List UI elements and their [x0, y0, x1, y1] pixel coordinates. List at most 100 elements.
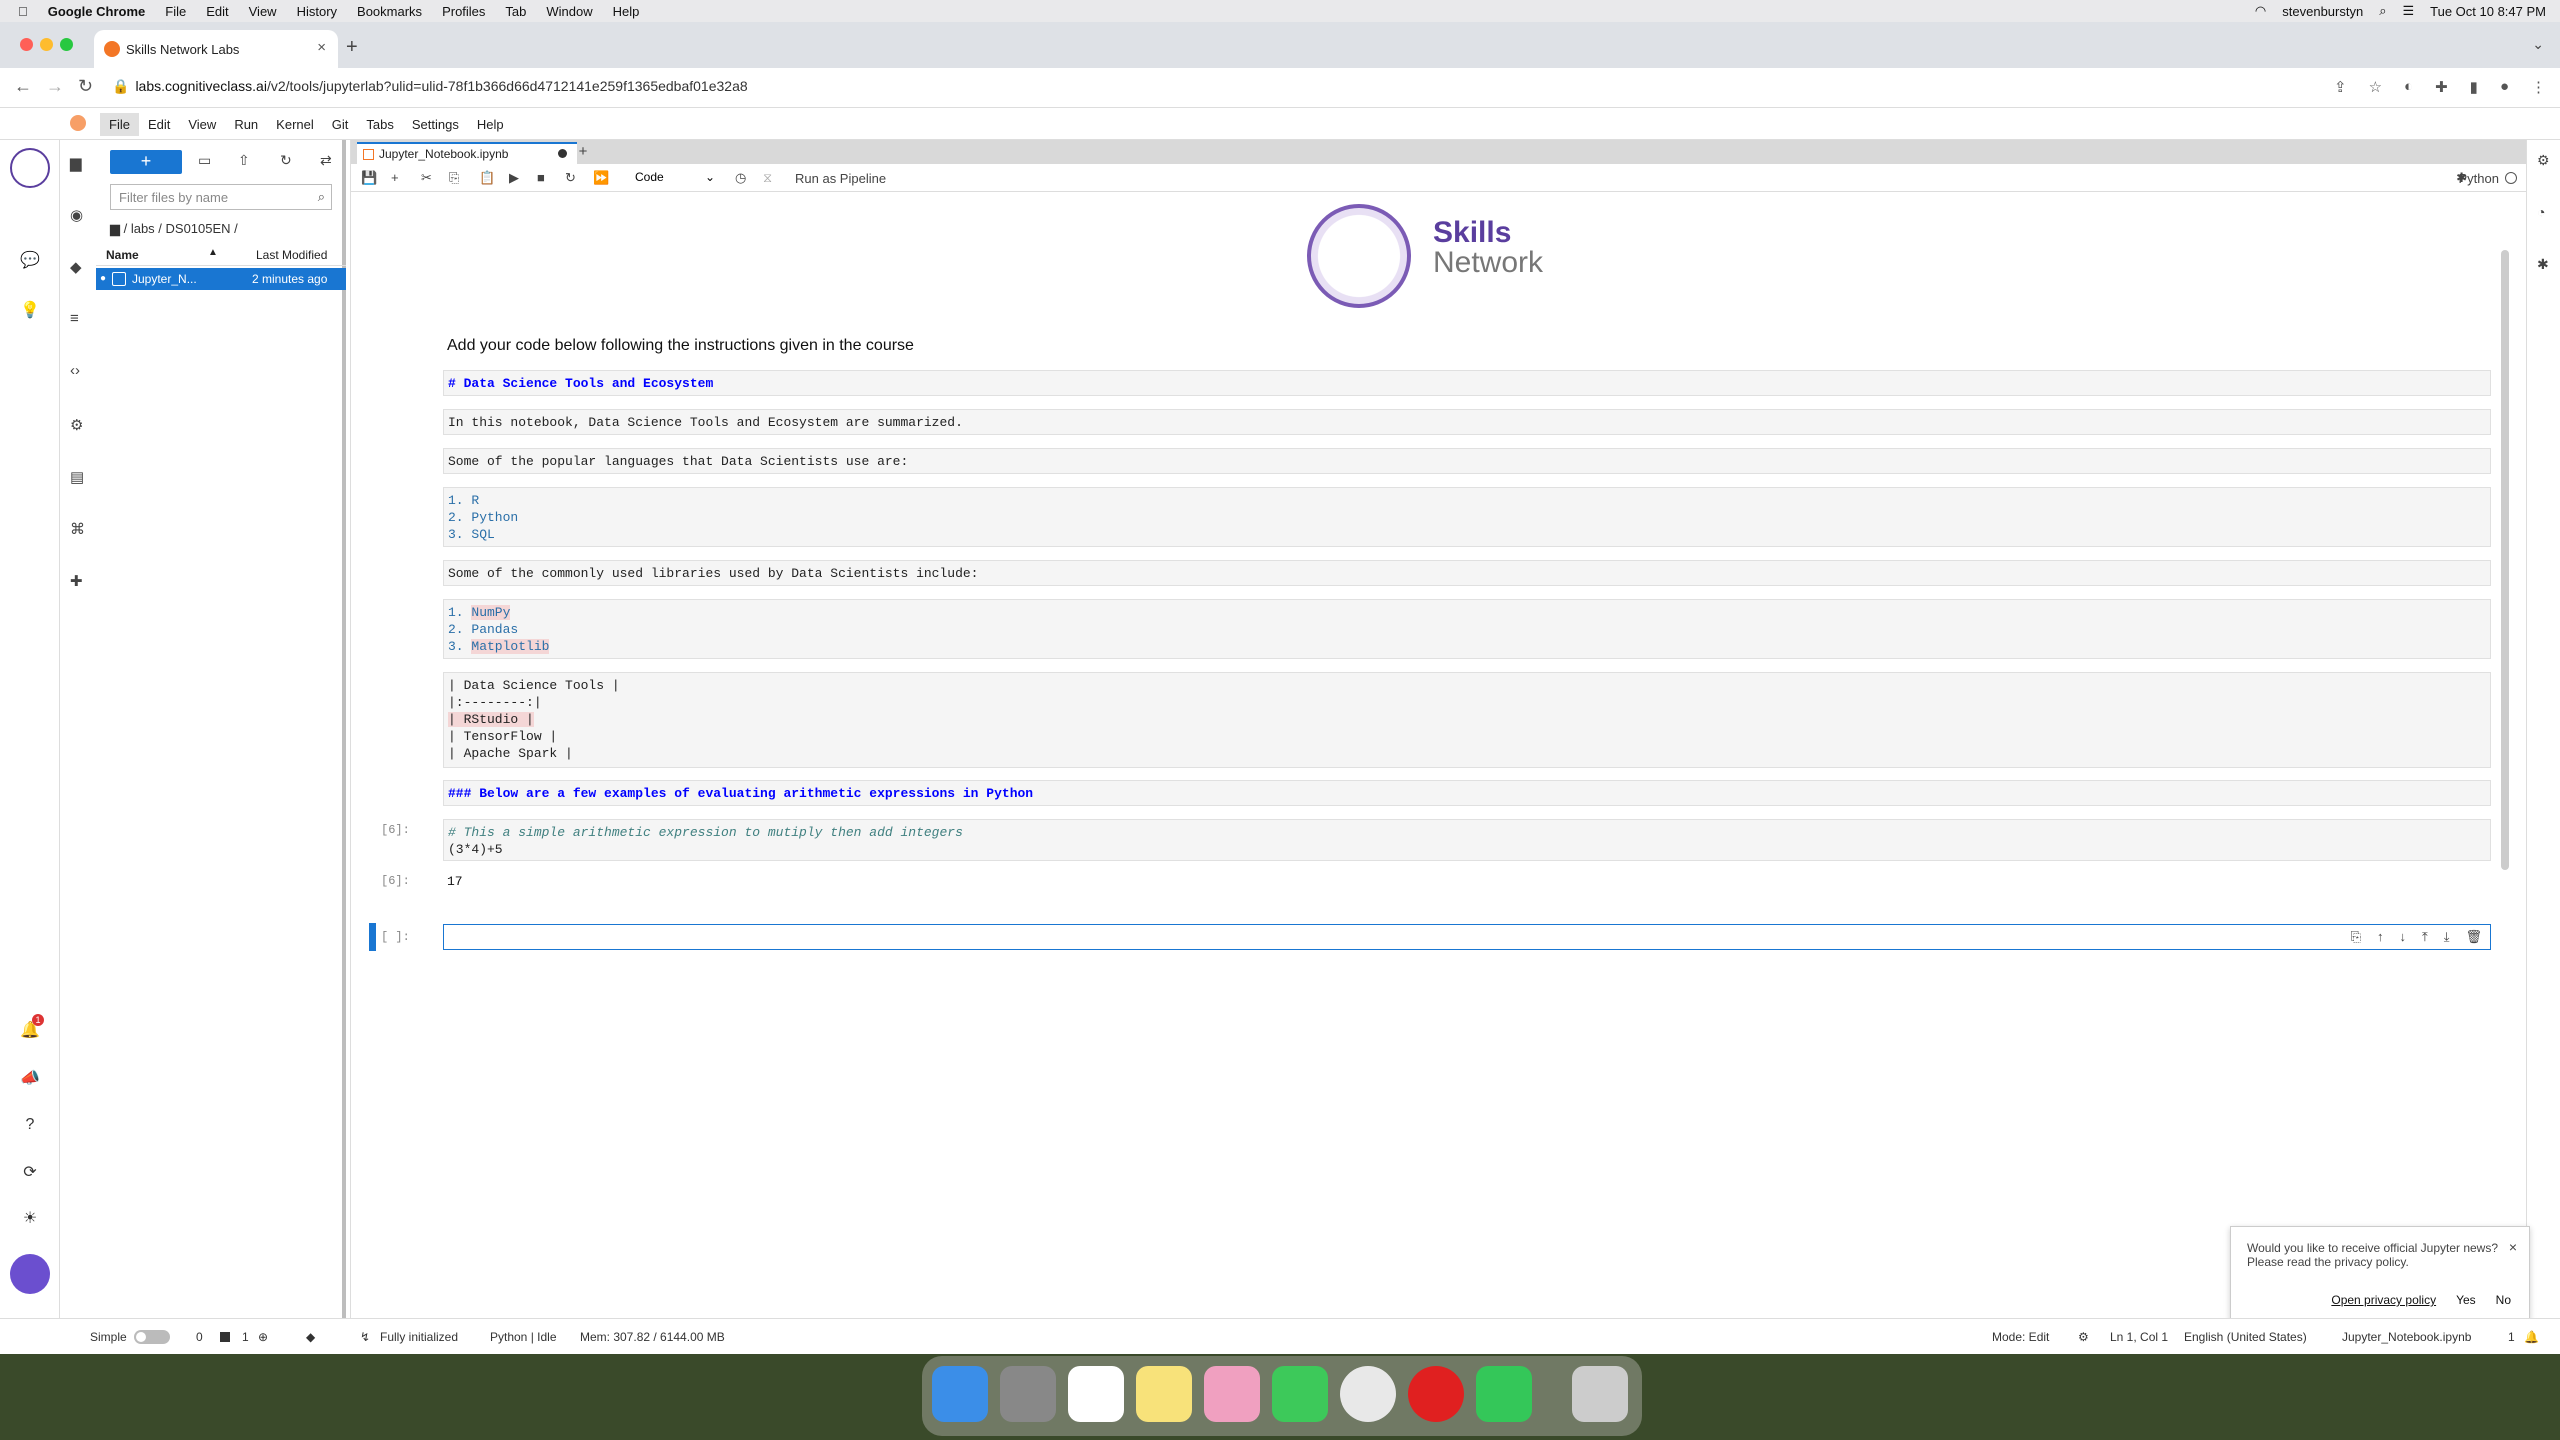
folder-icon[interactable]: ▆	[70, 154, 82, 172]
insert-below-icon[interactable]: ⤓	[2444, 929, 2450, 945]
minimize-window-button[interactable]	[40, 38, 53, 51]
no-button[interactable]: No	[2492, 1291, 2515, 1309]
property-inspector-icon[interactable]: ▤	[70, 468, 84, 486]
git-clone-icon[interactable]: ⇄	[320, 152, 332, 169]
help-icon[interactable]: ?	[20, 1116, 40, 1136]
finder-icon[interactable]	[932, 1366, 988, 1422]
calendar-icon[interactable]	[1068, 1366, 1124, 1422]
kernel-status[interactable]: Python | Idle	[490, 1330, 557, 1344]
property-inspector-icon[interactable]: ⚙	[2537, 152, 2550, 169]
tab-search-icon[interactable]: ⌄	[2532, 36, 2544, 53]
url-field[interactable]: 🔒 labs.cognitiveclass.ai/v2/tools/jupyter…	[112, 78, 748, 95]
delete-cell-icon[interactable]: 🗑	[2465, 929, 2482, 945]
bookmark-star-icon[interactable]: ☆	[2369, 78, 2382, 96]
menu-tab[interactable]: Tab	[505, 4, 526, 19]
new-launcher-button[interactable]: +	[110, 150, 182, 174]
markdown-cell[interactable]: 1. NumPy 2. Pandas 3. Matplotlib	[443, 599, 2491, 659]
bug-icon[interactable]: ✱	[2537, 256, 2549, 273]
theme-icon[interactable]: ☀	[20, 1208, 40, 1228]
settings-icon[interactable]: ⚙	[2078, 1330, 2089, 1344]
control-center-icon[interactable]: ☰	[2402, 3, 2414, 19]
language[interactable]: English (United States)	[2184, 1330, 2307, 1344]
privacy-policy-button[interactable]: Open privacy policy	[2327, 1291, 2440, 1309]
system-settings-icon[interactable]	[1000, 1366, 1056, 1422]
sync-icon[interactable]: ⟳	[20, 1162, 40, 1182]
cell-type-select[interactable]: Code ⌄	[635, 170, 715, 184]
apple-menu-icon[interactable]: 	[18, 4, 28, 19]
announcement-icon[interactable]: 📣	[20, 1068, 40, 1088]
clock[interactable]: Tue Oct 10 8:47 PM	[2430, 4, 2546, 19]
refresh-icon[interactable]: ↻	[280, 152, 292, 169]
paste-icon[interactable]: 📋	[479, 170, 495, 186]
run-icon[interactable]: ▶	[509, 170, 519, 186]
close-window-button[interactable]	[20, 38, 33, 51]
insert-above-icon[interactable]: ⤒	[2422, 929, 2428, 945]
notifications-bell-icon[interactable]: 🔔 1	[20, 1014, 44, 1040]
markdown-cell[interactable]: ### Below are a few examples of evaluati…	[443, 780, 2491, 806]
user-avatar[interactable]	[10, 1254, 50, 1294]
cut-icon[interactable]: ✂	[421, 170, 432, 186]
jmenu-help[interactable]: Help	[468, 113, 513, 136]
run-as-pipeline-button[interactable]: Run as Pipeline	[795, 171, 886, 186]
app-menu[interactable]: Google Chrome	[48, 4, 146, 19]
simple-mode-toggle[interactable]	[134, 1330, 170, 1344]
forward-icon[interactable]: →	[46, 76, 64, 97]
menu-edit[interactable]: Edit	[206, 4, 228, 19]
notification-count[interactable]: 1	[2508, 1330, 2515, 1344]
wifi-icon[interactable]: ◠	[2255, 3, 2266, 19]
markdown-cell[interactable]: In this notebook, Data Science Tools and…	[443, 409, 2491, 435]
menu-bookmarks[interactable]: Bookmarks	[357, 4, 422, 19]
git-diff-icon[interactable]: ⧖	[763, 170, 772, 186]
extension-icon[interactable]: ◐	[2404, 78, 2413, 96]
col-modified[interactable]: Last Modified	[256, 248, 327, 262]
jmenu-edit[interactable]: Edit	[139, 113, 179, 136]
jmenu-run[interactable]: Run	[225, 113, 267, 136]
breadcrumb[interactable]: ▆ / labs / DS0105EN /	[110, 221, 238, 237]
move-down-icon[interactable]: ↓	[2399, 929, 2406, 945]
new-tab-button[interactable]: +	[346, 36, 358, 59]
duplicate-cell-icon[interactable]: ⎘	[2351, 929, 2361, 945]
youtube-icon[interactable]	[1408, 1366, 1464, 1422]
new-tab-button[interactable]: +	[573, 143, 593, 161]
facetime-icon[interactable]	[1272, 1366, 1328, 1422]
upload-icon[interactable]: ⇧	[238, 152, 250, 169]
debugger-icon[interactable]: ◔	[2537, 204, 2545, 220]
kernel-count[interactable]: 1	[242, 1330, 249, 1344]
chrome-menu-icon[interactable]: ⋮	[2531, 78, 2546, 96]
jmenu-settings[interactable]: Settings	[403, 113, 468, 136]
photos-icon[interactable]	[1204, 1366, 1260, 1422]
markdown-cell[interactable]: | Data Science Tools | |:--------:| | RS…	[443, 672, 2491, 768]
copy-icon[interactable]: ⎘	[449, 170, 459, 186]
puzzle-icon[interactable]: ✚	[70, 572, 83, 590]
extension-manager-icon[interactable]: ⌘	[70, 520, 85, 538]
tab-notebook[interactable]: Jupyter_Notebook.ipynb	[357, 142, 577, 164]
markdown-cell[interactable]: 1. R 2. Python 3. SQL	[443, 487, 2491, 547]
filter-files-input[interactable]: Filter files by name ⌕	[110, 184, 332, 210]
markdown-cell[interactable]: # Data Science Tools and Ecosystem	[443, 370, 2491, 396]
active-code-cell[interactable]: ⎘ ↑ ↓ ⤒ ⤓ 🗑	[443, 924, 2491, 950]
trash-icon[interactable]	[1572, 1366, 1628, 1422]
sidepanel-icon[interactable]: ▮	[2470, 78, 2478, 96]
menu-help[interactable]: Help	[613, 4, 640, 19]
close-icon[interactable]: ×	[2509, 1239, 2517, 1255]
code-icon[interactable]: ‹›	[70, 362, 80, 379]
share-icon[interactable]: ⇪	[2334, 78, 2347, 96]
insert-cell-icon[interactable]: +	[391, 170, 399, 185]
jmenu-kernel[interactable]: Kernel	[267, 113, 323, 136]
restart-icon[interactable]: ↻	[565, 170, 576, 186]
user-name[interactable]: stevenburstyn	[2282, 4, 2363, 19]
jmenu-tabs[interactable]: Tabs	[357, 113, 402, 136]
run-all-icon[interactable]: ⏩	[593, 170, 609, 186]
terminal-count[interactable]: 0	[196, 1330, 203, 1344]
unsaved-dot-icon[interactable]	[558, 149, 567, 158]
markdown-cell[interactable]: Some of the popular languages that Data …	[443, 448, 2491, 474]
yes-button[interactable]: Yes	[2452, 1291, 2480, 1309]
stop-icon[interactable]: ■	[537, 170, 545, 185]
clock-icon[interactable]: ◷	[735, 170, 746, 186]
menu-view[interactable]: View	[249, 4, 277, 19]
running-icon[interactable]: ◉	[70, 206, 83, 224]
git-status-icon[interactable]: ◆	[306, 1330, 315, 1344]
git-icon[interactable]: ◆	[70, 258, 82, 276]
save-icon[interactable]: 💾	[361, 170, 377, 186]
back-icon[interactable]: ←	[14, 76, 32, 97]
